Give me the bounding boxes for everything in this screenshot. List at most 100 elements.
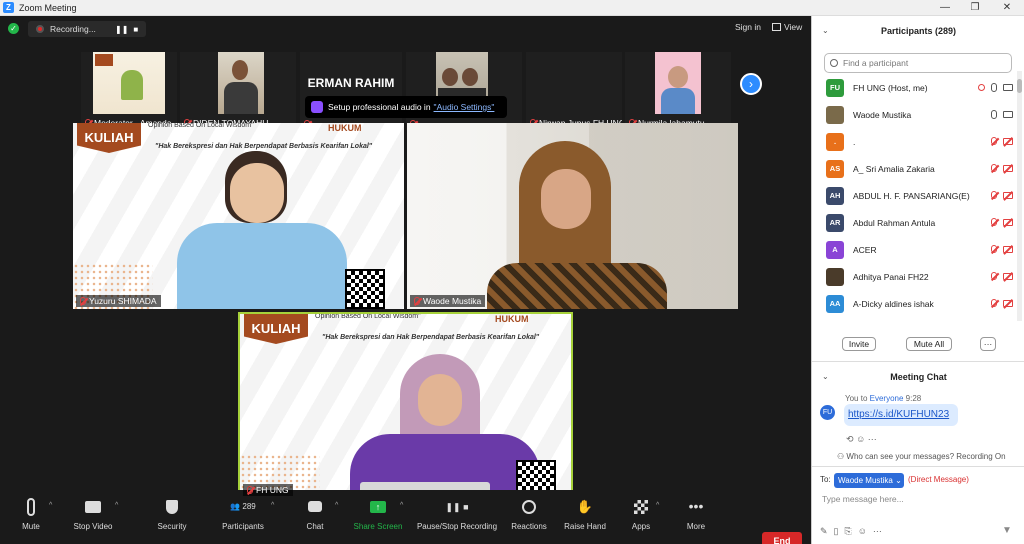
- mic-on-icon[interactable]: [991, 110, 997, 119]
- view-button[interactable]: View: [772, 22, 802, 32]
- format-icon[interactable]: ✎: [820, 526, 834, 536]
- mic-muted-icon: [80, 297, 86, 305]
- thumbnail-video[interactable]: DIDEN TOMAYAHU: [180, 52, 296, 130]
- zoom-app: Z Zoom Meeting — ❐ ✕ ✓ Recording... ❚❚ ■…: [0, 0, 1024, 544]
- audio-options-caret-icon[interactable]: ^: [49, 502, 52, 509]
- mute-button[interactable]: Mute: [16, 498, 46, 531]
- thumbnail-video[interactable]: Nirwan Junus FH UNG: [526, 52, 622, 130]
- emoji-icon[interactable]: ☺: [858, 526, 873, 536]
- mic-muted-icon[interactable]: [991, 164, 997, 172]
- participant-row[interactable]: AR Abdul Rahman Antula: [812, 210, 1017, 237]
- restore-button[interactable]: ❐: [960, 0, 990, 16]
- thumbnail-video[interactable]: ERMAN RAHIM: [300, 52, 402, 130]
- stop-recording-icon[interactable]: ■: [133, 25, 138, 34]
- video-off-icon[interactable]: [1003, 299, 1013, 307]
- pause-stop-recording-button[interactable]: ❚❚ ■ Pause/Stop Recording: [414, 498, 500, 531]
- participant-row[interactable]: Waode Mustika: [812, 102, 1017, 129]
- participant-avatar: AH: [826, 187, 844, 205]
- mic-muted-icon[interactable]: [991, 299, 997, 307]
- thumbnail-image: [93, 52, 165, 114]
- participant-row[interactable]: AH ABDUL H. F. PANSARIANG(E): [812, 183, 1017, 210]
- video-off-icon[interactable]: [1003, 245, 1013, 253]
- mic-muted-icon[interactable]: [991, 245, 997, 253]
- security-button[interactable]: Security: [152, 498, 192, 531]
- scrollbar-thumb[interactable]: [1017, 79, 1022, 93]
- more-button[interactable]: ••• More: [682, 498, 710, 531]
- more-dots-icon: •••: [688, 498, 704, 514]
- invite-button[interactable]: Invite: [842, 337, 876, 351]
- video-off-icon[interactable]: [1003, 137, 1013, 145]
- sign-in-link[interactable]: Sign in: [735, 22, 761, 32]
- chat-header: Meeting Chat: [890, 372, 947, 382]
- video-tile-active-speaker[interactable]: KULIAH UMUM Opinion Based On Local Wisdo…: [238, 312, 573, 500]
- emoji-reaction-icon[interactable]: ☺: [856, 434, 865, 444]
- mic-muted-icon[interactable]: [991, 218, 997, 226]
- reactions-button[interactable]: Reactions: [509, 498, 549, 531]
- share-screen-button[interactable]: ↑ Share Screen: [352, 498, 404, 531]
- video-off-icon[interactable]: [1003, 272, 1013, 280]
- participant-row[interactable]: AS A_ Sri Amalia Zakaria: [812, 156, 1017, 183]
- participant-row[interactable]: A ACER: [812, 237, 1017, 264]
- chat-message-link[interactable]: https://s.id/KUFHUN23: [844, 404, 958, 426]
- apps-button[interactable]: Apps: [627, 498, 655, 531]
- participants-options-caret-icon[interactable]: ^: [271, 502, 274, 509]
- find-participant-input[interactable]: Find a participant: [824, 53, 1012, 73]
- video-options-caret-icon[interactable]: ^: [115, 502, 118, 509]
- participant-row[interactable]: . .: [812, 129, 1017, 156]
- view-label: View: [784, 22, 803, 32]
- participant-row[interactable]: FU FH UNG (Host, me): [812, 75, 1017, 102]
- send-icon[interactable]: ▼: [1002, 525, 1012, 536]
- thumbnail-video[interactable]: Moderator - Amanda ...: [81, 52, 177, 130]
- minimize-button[interactable]: —: [930, 0, 960, 16]
- mic-on-icon[interactable]: [991, 83, 997, 92]
- tooltip-text: Setup professional audio in "Audio Settin…: [328, 102, 495, 112]
- thumbnail-video[interactable]: [406, 52, 522, 130]
- direct-message-label: (Direct Message): [908, 475, 969, 484]
- stop-video-button[interactable]: Stop Video: [70, 498, 116, 531]
- participants-scrollbar[interactable]: [1017, 71, 1022, 321]
- pause-recording-icon[interactable]: ❚❚: [115, 25, 128, 34]
- video-off-icon[interactable]: [1003, 164, 1013, 172]
- chat-avatar: FU: [820, 405, 835, 420]
- participant-row[interactable]: AA A-Dicky aldines ishak: [812, 291, 1017, 318]
- file-icon[interactable]: ▯: [834, 526, 845, 536]
- video-on-icon[interactable]: [1003, 84, 1013, 91]
- video-on-icon[interactable]: [1003, 111, 1013, 118]
- encryption-shield-icon[interactable]: ✓: [8, 23, 19, 34]
- raise-hand-button[interactable]: ✋ Raise Hand: [562, 498, 608, 531]
- end-meeting-button[interactable]: End: [762, 532, 802, 544]
- participant-avatar: .: [826, 133, 844, 151]
- mic-muted-icon[interactable]: [991, 137, 997, 145]
- message-more-icon[interactable]: ⋯: [868, 434, 877, 444]
- chat-button[interactable]: Chat: [300, 498, 330, 531]
- participant-row[interactable]: Adhitya Panai FH22: [812, 264, 1017, 291]
- audio-settings-tooltip[interactable]: Setup professional audio in "Audio Settin…: [305, 96, 507, 118]
- chat-options-caret-icon[interactable]: ^: [335, 502, 338, 509]
- chevron-down-icon: ⌄: [895, 476, 902, 485]
- chat-message-input[interactable]: Type message here...: [822, 494, 904, 504]
- mute-all-button[interactable]: Mute All: [906, 337, 952, 351]
- person-clothes: [487, 263, 667, 309]
- video-off-icon[interactable]: [1003, 218, 1013, 226]
- audio-settings-link[interactable]: "Audio Settings": [434, 102, 495, 112]
- next-page-button[interactable]: ›: [740, 73, 762, 95]
- apps-options-caret-icon[interactable]: ^: [656, 502, 659, 509]
- video-tile-speaker[interactable]: KULIAH UMUM Opinion Based On Local Wisdo…: [73, 123, 404, 309]
- participants-button[interactable]: 👥 289 Participants: [216, 498, 270, 531]
- thumbnail-video[interactable]: Nurmila lahamutu: [625, 52, 731, 130]
- recipient-value: Waode Mustika: [838, 476, 893, 485]
- participants-more-button[interactable]: ···: [980, 337, 996, 351]
- who-can-see-notice[interactable]: ⚇ Who can see your messages? Recording O…: [837, 452, 1006, 461]
- video-off-icon[interactable]: [1003, 191, 1013, 199]
- tile-name-label: Yuzuru SHIMADA: [76, 295, 161, 307]
- recipient-dropdown[interactable]: Waode Mustika ⌄: [834, 473, 904, 488]
- screenshot-icon[interactable]: ⎘: [845, 526, 858, 536]
- mic-muted-icon[interactable]: [991, 191, 997, 199]
- close-button[interactable]: ✕: [992, 0, 1022, 16]
- mic-muted-icon[interactable]: [991, 272, 997, 280]
- participant-name: Waode Mustika: [853, 110, 912, 120]
- video-tile-speaker[interactable]: Waode Mustika: [407, 123, 738, 309]
- chat-more-icon[interactable]: ⋯: [873, 526, 888, 536]
- reply-icon[interactable]: ⟲: [846, 434, 854, 444]
- share-options-caret-icon[interactable]: ^: [400, 502, 403, 509]
